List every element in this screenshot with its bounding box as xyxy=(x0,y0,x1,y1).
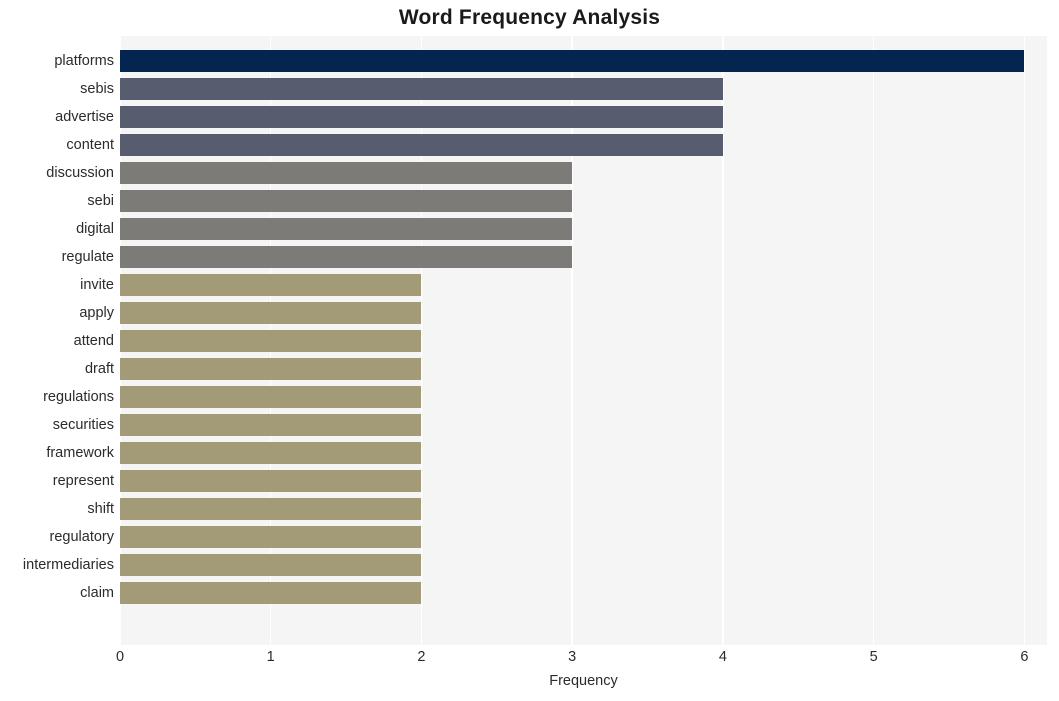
bar-row xyxy=(120,327,1047,355)
y-tick-label-advertise: advertise xyxy=(55,108,114,125)
y-tick-label-regulations: regulations xyxy=(43,388,114,405)
bar-row xyxy=(120,215,1047,243)
bar-row xyxy=(120,131,1047,159)
x-tick-label-2: 2 xyxy=(417,649,426,665)
bar-row xyxy=(120,75,1047,103)
bars-container xyxy=(120,36,1047,645)
bar-framework xyxy=(120,441,422,464)
bar-row xyxy=(120,467,1047,495)
bar-platforms xyxy=(120,49,1025,72)
y-axis-tick-labels: platforms sebis advertise content discussion… xyxy=(0,36,114,645)
x-tick-label-4: 4 xyxy=(718,649,727,665)
x-tick-label-1: 1 xyxy=(266,649,275,665)
x-tick-label-0: 0 xyxy=(115,649,125,665)
bar-row xyxy=(120,495,1047,523)
chart-title: Word Frequency Analysis xyxy=(398,6,661,29)
bar-regulations xyxy=(120,385,422,408)
y-tick-label-regulate: regulate xyxy=(61,248,114,265)
bar-draft xyxy=(120,357,422,380)
y-tick-label-digital: digital xyxy=(76,220,114,237)
bar-claim xyxy=(120,581,422,604)
y-tick-label-securities: securities xyxy=(52,416,114,433)
bar-securities xyxy=(120,413,422,436)
bar-row xyxy=(120,47,1047,75)
bar-invite xyxy=(120,273,422,296)
bar-row xyxy=(120,243,1047,271)
bar-intermediaries xyxy=(120,553,422,576)
y-tick-label-apply: apply xyxy=(79,304,114,321)
y-tick-label-claim: claim xyxy=(80,584,114,601)
y-tick-label-regulatory: regulatory xyxy=(49,528,114,545)
bar-sebis xyxy=(120,77,723,100)
y-tick-label-invite: invite xyxy=(80,276,114,293)
plot-area xyxy=(119,36,1047,645)
bar-row xyxy=(120,187,1047,215)
bar-row xyxy=(120,383,1047,411)
bar-shift xyxy=(120,497,422,520)
bar-digital xyxy=(120,217,573,240)
bar-content xyxy=(120,133,723,156)
bar-regulate xyxy=(120,245,573,268)
x-tick-label-6: 6 xyxy=(1020,649,1029,665)
bar-row xyxy=(120,411,1047,439)
bar-row xyxy=(120,271,1047,299)
bar-sebi xyxy=(120,189,573,212)
bar-represent xyxy=(120,469,422,492)
bar-row xyxy=(120,551,1047,579)
y-tick-label-framework: framework xyxy=(46,444,114,461)
bar-discussion xyxy=(120,161,573,184)
bar-advertise xyxy=(120,105,723,128)
y-tick-label-sebi: sebi xyxy=(87,192,114,209)
x-tick-label-3: 3 xyxy=(568,649,577,665)
bar-row xyxy=(120,579,1047,607)
x-tick-label-5: 5 xyxy=(869,649,878,665)
x-axis-title: Frequency xyxy=(549,673,618,689)
bar-row xyxy=(120,159,1047,187)
y-tick-label-draft: draft xyxy=(84,360,114,377)
bar-apply xyxy=(120,301,422,324)
x-axis-tick-labels: 0 1 2 3 4 5 6 xyxy=(116,645,1047,671)
y-tick-label-content: content xyxy=(66,136,114,153)
y-tick-label-platforms: platforms xyxy=(54,52,114,69)
y-tick-label-shift: shift xyxy=(87,500,114,517)
bar-row xyxy=(120,103,1047,131)
bar-row xyxy=(120,523,1047,551)
y-tick-label-represent: represent xyxy=(52,472,114,489)
bar-row xyxy=(120,299,1047,327)
bar-row xyxy=(120,439,1047,467)
y-tick-label-attend: attend xyxy=(73,332,114,349)
y-tick-label-discussion: discussion xyxy=(46,164,114,181)
bar-regulatory xyxy=(120,525,422,548)
y-tick-label-intermediaries: intermediaries xyxy=(22,556,114,573)
bar-attend xyxy=(120,329,422,352)
y-tick-label-sebis: sebis xyxy=(80,80,114,97)
word-frequency-chart-figure: Word Frequency Analysis platforms sebis ad… xyxy=(0,0,1059,701)
bar-row xyxy=(120,355,1047,383)
